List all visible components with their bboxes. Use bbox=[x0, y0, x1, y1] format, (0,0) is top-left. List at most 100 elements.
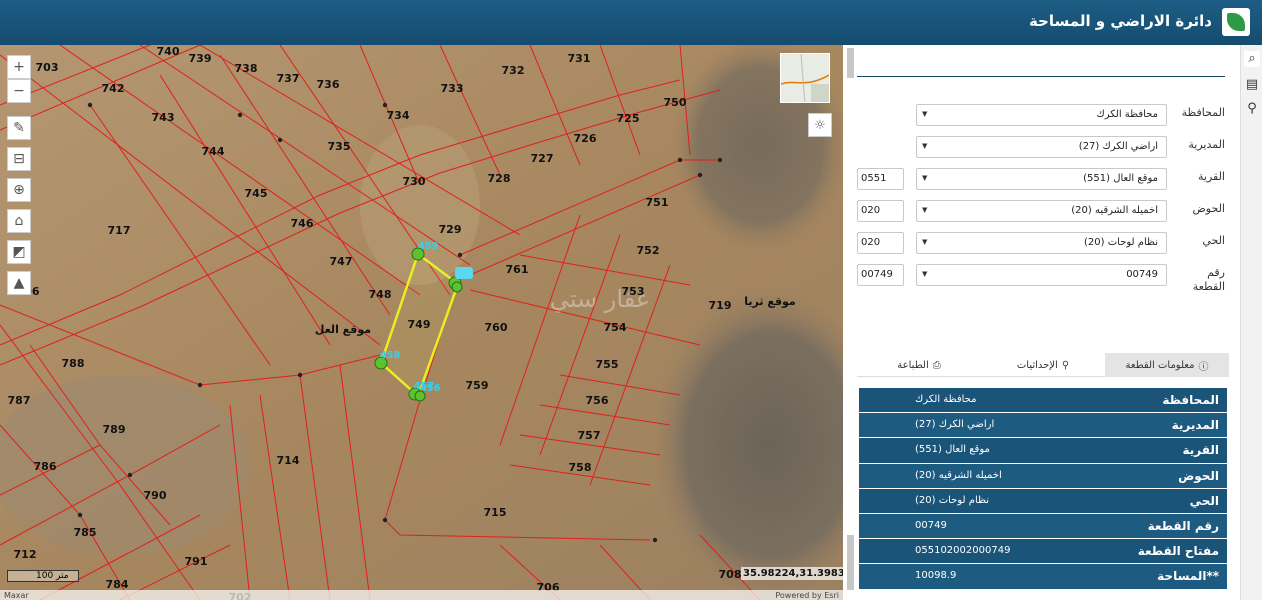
app-logo bbox=[1222, 8, 1250, 36]
scrollbar-thumb[interactable] bbox=[847, 535, 854, 590]
directorate-label: المديرية bbox=[1188, 138, 1225, 151]
tool-strip: ⌕ ▤ ⚲ bbox=[1240, 45, 1262, 600]
basin-code-input[interactable]: 020 bbox=[857, 200, 904, 222]
info-key: الحي bbox=[1189, 493, 1219, 508]
basin-value: اخميله الشرقيه (20) bbox=[1071, 205, 1158, 216]
draw-icon[interactable]: ✎ bbox=[7, 116, 31, 140]
scrollbar-thumb[interactable] bbox=[847, 48, 854, 78]
parcel-label: رقم القطعة bbox=[1192, 266, 1225, 293]
place-name-label: موقع ثريا bbox=[744, 295, 796, 308]
map-view[interactable]: عقار ستي 740 739 738 737 736 733 732 731 703 742 7… bbox=[0, 45, 843, 600]
parcel-number-label: 739 bbox=[189, 52, 212, 65]
neighborhood-label: الحي bbox=[1202, 234, 1225, 247]
parcel-number-label: 738 bbox=[235, 62, 258, 75]
parcel-number-label: 753 bbox=[622, 285, 645, 298]
tab-coordinates[interactable]: ⚲ الإحداثيات bbox=[981, 353, 1105, 377]
selected-location-marker bbox=[455, 267, 473, 279]
info-value: اراضي الكرك (27) bbox=[915, 419, 995, 431]
parcel-number-label: 760 bbox=[485, 321, 508, 334]
map-canvas[interactable]: عقار ستي 740739738737 736 7337327317037427… bbox=[0, 45, 843, 600]
village-code-input[interactable]: 0551 bbox=[857, 168, 904, 190]
map-toolbar: + − ✎ ⊟ ⊕ ⌂ ◩ ▲ bbox=[7, 55, 31, 302]
locate-icon[interactable]: ⊕ bbox=[7, 178, 31, 202]
location-pin-icon[interactable]: ⚲ bbox=[1244, 101, 1260, 117]
parcel-number-label: 730 bbox=[403, 175, 426, 188]
map-layers-icon[interactable]: ▤ bbox=[1244, 77, 1260, 93]
governorate-select[interactable]: محافظة الكرك ▼ bbox=[916, 104, 1167, 126]
parcel-vertex-marker bbox=[451, 281, 463, 293]
parcel-number-label: 740 bbox=[157, 45, 180, 58]
parcel-number-label: 714 bbox=[277, 454, 300, 467]
info-key: القرية bbox=[1182, 443, 1219, 458]
coordinates-readout: 35.98224,31.39837 bbox=[741, 567, 843, 580]
parcel-number-label: 756 bbox=[586, 394, 609, 407]
print-icon: ⎙ bbox=[932, 359, 941, 371]
parcel-number-label: 732 bbox=[502, 64, 525, 77]
parcel-number-label: 729 bbox=[439, 223, 462, 236]
search-icon[interactable]: ⌕ bbox=[1244, 51, 1260, 67]
info-value: محافظة الكرك bbox=[915, 394, 977, 405]
vertex-number-label: 459 bbox=[418, 241, 439, 252]
zoom-out-icon[interactable]: − bbox=[7, 79, 31, 103]
info-value: موقع العال (551) bbox=[915, 444, 990, 456]
parcel-number-label: 715 bbox=[484, 506, 507, 519]
table-row: مفتاح القطعة 055102002000749 bbox=[859, 539, 1227, 565]
zoom-in-icon[interactable]: + bbox=[7, 55, 31, 79]
table-row: القرية موقع العال (551) bbox=[859, 438, 1227, 464]
basin-select[interactable]: اخميله الشرقيه (20) ▼ bbox=[916, 200, 1167, 222]
light-icon[interactable]: ☼ bbox=[808, 113, 832, 137]
parcel-number-label: 712 bbox=[14, 548, 37, 561]
parcel-number-label: 747 bbox=[330, 255, 353, 268]
neighborhood-code-input[interactable]: 020 bbox=[857, 232, 904, 254]
directorate-value: اراضي الكرك (27) bbox=[1078, 141, 1158, 152]
parcel-number-label: 725 bbox=[617, 112, 640, 125]
village-row: القرية موقع العال (551) ▼ 0551 bbox=[857, 168, 1225, 190]
parcel-number-label: 785 bbox=[74, 526, 97, 539]
tab-label: الإحداثيات bbox=[1016, 359, 1058, 371]
panel-gutter bbox=[843, 45, 857, 600]
village-select[interactable]: موقع العال (551) ▼ bbox=[916, 168, 1167, 190]
neighborhood-select[interactable]: نظام لوحات (20) ▼ bbox=[916, 232, 1167, 254]
parcel-value: 00749 bbox=[1126, 269, 1158, 280]
parcel-number-label: 744 bbox=[202, 145, 225, 158]
attribution-powered[interactable]: Powered by Esri bbox=[775, 591, 839, 600]
measure-icon[interactable]: ⊟ bbox=[7, 147, 31, 171]
table-row: الحوض اخميله الشرقيه (20) bbox=[859, 463, 1227, 489]
governorate-value: محافظة الكرك bbox=[1096, 109, 1159, 120]
overview-map[interactable] bbox=[780, 53, 830, 103]
village-value: موقع العال (551) bbox=[1083, 173, 1158, 184]
parcel-select[interactable]: 00749 ▼ bbox=[916, 264, 1167, 286]
table-row: رقم القطعة 00749 bbox=[859, 513, 1227, 540]
chevron-down-icon: ▼ bbox=[922, 142, 928, 150]
info-key: المديرية bbox=[1171, 418, 1219, 433]
village-label: القرية bbox=[1197, 170, 1225, 183]
info-icon: ⓘ bbox=[1198, 361, 1209, 373]
app-title: دائرة الاراضي و المساحة bbox=[1028, 12, 1212, 30]
governorate-label: المحافظة bbox=[1181, 106, 1225, 119]
chart-icon[interactable]: ◩ bbox=[7, 240, 31, 264]
parcel-number-label: 788 bbox=[62, 357, 85, 370]
compass-icon[interactable]: ▲ bbox=[7, 271, 31, 295]
attribution-source: Maxar bbox=[4, 591, 29, 600]
table-row: **المساحة 10098.9 bbox=[859, 564, 1227, 590]
chevron-down-icon: ▼ bbox=[922, 206, 928, 214]
parcel-number-label: 749 bbox=[408, 318, 431, 331]
scalebar-label: 100 متر bbox=[36, 571, 69, 581]
parcel-number-label: 759 bbox=[466, 379, 489, 392]
info-value: اخميله الشرقيه (20) bbox=[915, 469, 1002, 481]
parcel-number-label: 790 bbox=[144, 489, 167, 502]
pin-icon: ⚲ bbox=[1061, 359, 1070, 371]
directorate-select[interactable]: اراضي الكرك (27) ▼ bbox=[916, 136, 1167, 158]
basin-row: الحوض اخميله الشرقيه (20) ▼ 020 bbox=[857, 200, 1225, 222]
parcel-number-label: 791 bbox=[185, 555, 208, 568]
chevron-down-icon: ▼ bbox=[922, 174, 928, 182]
parcel-number-label: 728 bbox=[488, 172, 511, 185]
tab-parcel-info[interactable]: ⓘ معلومات القطعة bbox=[1105, 353, 1229, 377]
neighborhood-row: الحي نظام لوحات (20) ▼ 020 bbox=[857, 232, 1225, 254]
tab-print[interactable]: ⎙ الطباعة bbox=[857, 353, 981, 377]
parcel-code-input[interactable]: 00749 bbox=[857, 264, 904, 286]
vertex-number-label: 456 bbox=[420, 383, 441, 394]
parcel-number-label: 703 bbox=[36, 61, 59, 74]
table-row: المحافظة محافظة الكرك bbox=[859, 388, 1227, 414]
home-icon[interactable]: ⌂ bbox=[7, 209, 31, 233]
